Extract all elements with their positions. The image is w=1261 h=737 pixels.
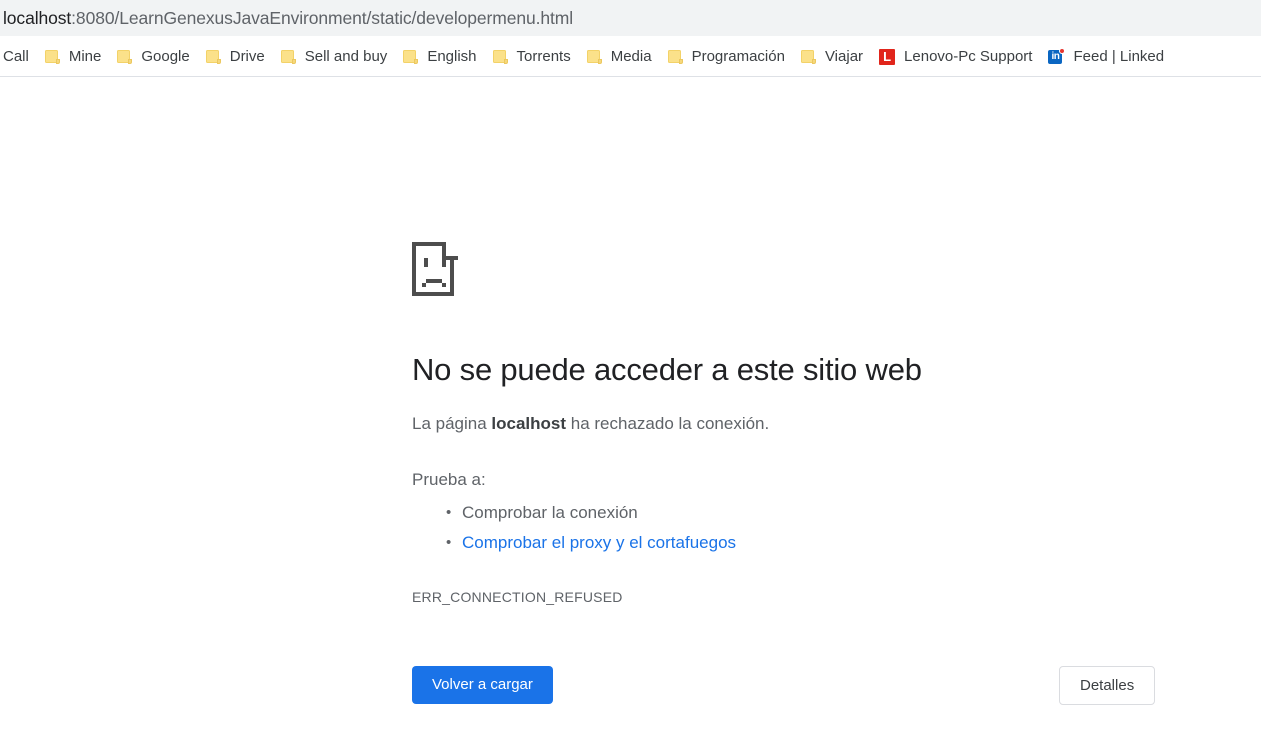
- list-item: Comprobar la conexión: [446, 498, 1112, 528]
- url-path: :8080/LearnGenexusJavaEnvironment/static…: [71, 8, 574, 28]
- bookmark-item-torrents[interactable]: Torrents: [485, 43, 579, 71]
- folder-icon: [117, 49, 133, 64]
- bookmark-item-mine[interactable]: Mine: [37, 43, 110, 71]
- bookmarks-bar[interactable]: Call Mine Google Drive Sell and buy Engl…: [0, 36, 1261, 77]
- lenovo-icon: L: [879, 48, 896, 65]
- folder-icon: [280, 49, 296, 64]
- folder-icon: [492, 49, 508, 64]
- bookmark-label: English: [427, 47, 477, 65]
- reload-button[interactable]: Volver a cargar: [412, 666, 553, 704]
- suggestions-label: Prueba a:: [412, 470, 486, 489]
- error-code: ERR_CONNECTION_REFUSED: [412, 589, 623, 605]
- url-host: localhost: [3, 8, 72, 28]
- folder-icon: [667, 49, 683, 64]
- bookmark-item-sell-and-buy[interactable]: Sell and buy: [273, 43, 396, 71]
- suggestion-text: Comprobar la conexión: [462, 503, 638, 522]
- bookmark-label: Programación: [691, 47, 785, 65]
- folder-icon: [586, 49, 602, 64]
- bookmark-label: Google: [141, 47, 190, 65]
- bookmark-label: Viajar: [824, 47, 864, 65]
- error-subtitle: La página localhost ha rechazado la cone…: [412, 412, 1112, 436]
- bookmark-item-call[interactable]: Call: [0, 43, 37, 71]
- folder-icon: [800, 49, 816, 64]
- suggestions-list: Comprobar la conexión Comprobar el proxy…: [412, 498, 1112, 558]
- omnibox-url-text[interactable]: localhost:8080/LearnGenexusJavaEnvironme…: [0, 8, 573, 28]
- sad-page-icon: [412, 242, 458, 296]
- proxy-firewall-link[interactable]: Comprobar el proxy y el cortafuegos: [462, 533, 736, 552]
- bookmark-item-viajar[interactable]: Viajar: [793, 43, 871, 71]
- list-item[interactable]: Comprobar el proxy y el cortafuegos: [446, 528, 1112, 558]
- page-title: No se puede acceder a este sitio web: [412, 352, 922, 387]
- notification-badge-dot: [1059, 47, 1066, 54]
- bookmark-label: Drive: [229, 47, 265, 65]
- bookmark-label: Torrents: [516, 47, 571, 65]
- error-subtitle-prefix: La página: [412, 414, 492, 433]
- bookmark-item-google[interactable]: Google: [109, 43, 197, 71]
- error-subtitle-host: localhost: [491, 414, 567, 433]
- bookmark-item-programacion[interactable]: Programación: [660, 43, 793, 71]
- error-content: No se puede acceder a este sitio web La …: [412, 242, 1112, 606]
- linkedin-icon: in: [1048, 47, 1066, 65]
- folder-icon: [403, 49, 419, 64]
- bookmark-label: Mine: [68, 47, 102, 65]
- bookmark-item-drive[interactable]: Drive: [198, 43, 273, 71]
- error-page: No se puede acceder a este sitio web La …: [0, 77, 1261, 737]
- folder-icon: [205, 49, 221, 64]
- bookmark-label: Media: [610, 47, 652, 65]
- bookmark-item-lenovo-pc-support[interactable]: L Lenovo-Pc Support: [871, 43, 1040, 71]
- bookmark-item-linkedin-feed[interactable]: in Feed | Linked: [1040, 43, 1172, 71]
- bookmark-item-media[interactable]: Media: [579, 43, 660, 71]
- details-button[interactable]: Detalles: [1059, 666, 1156, 705]
- bookmark-label: Sell and buy: [304, 47, 388, 65]
- bookmark-label: Lenovo-Pc Support: [904, 47, 1033, 65]
- omnibox-bar[interactable]: localhost:8080/LearnGenexusJavaEnvironme…: [0, 0, 1261, 36]
- error-subtitle-suffix: ha rechazado la conexión.: [566, 414, 770, 433]
- bookmark-label: Call: [3, 47, 29, 65]
- bookmark-item-english[interactable]: English: [395, 43, 484, 71]
- bookmark-label: Feed | Linked: [1073, 47, 1165, 65]
- folder-icon: [44, 49, 60, 64]
